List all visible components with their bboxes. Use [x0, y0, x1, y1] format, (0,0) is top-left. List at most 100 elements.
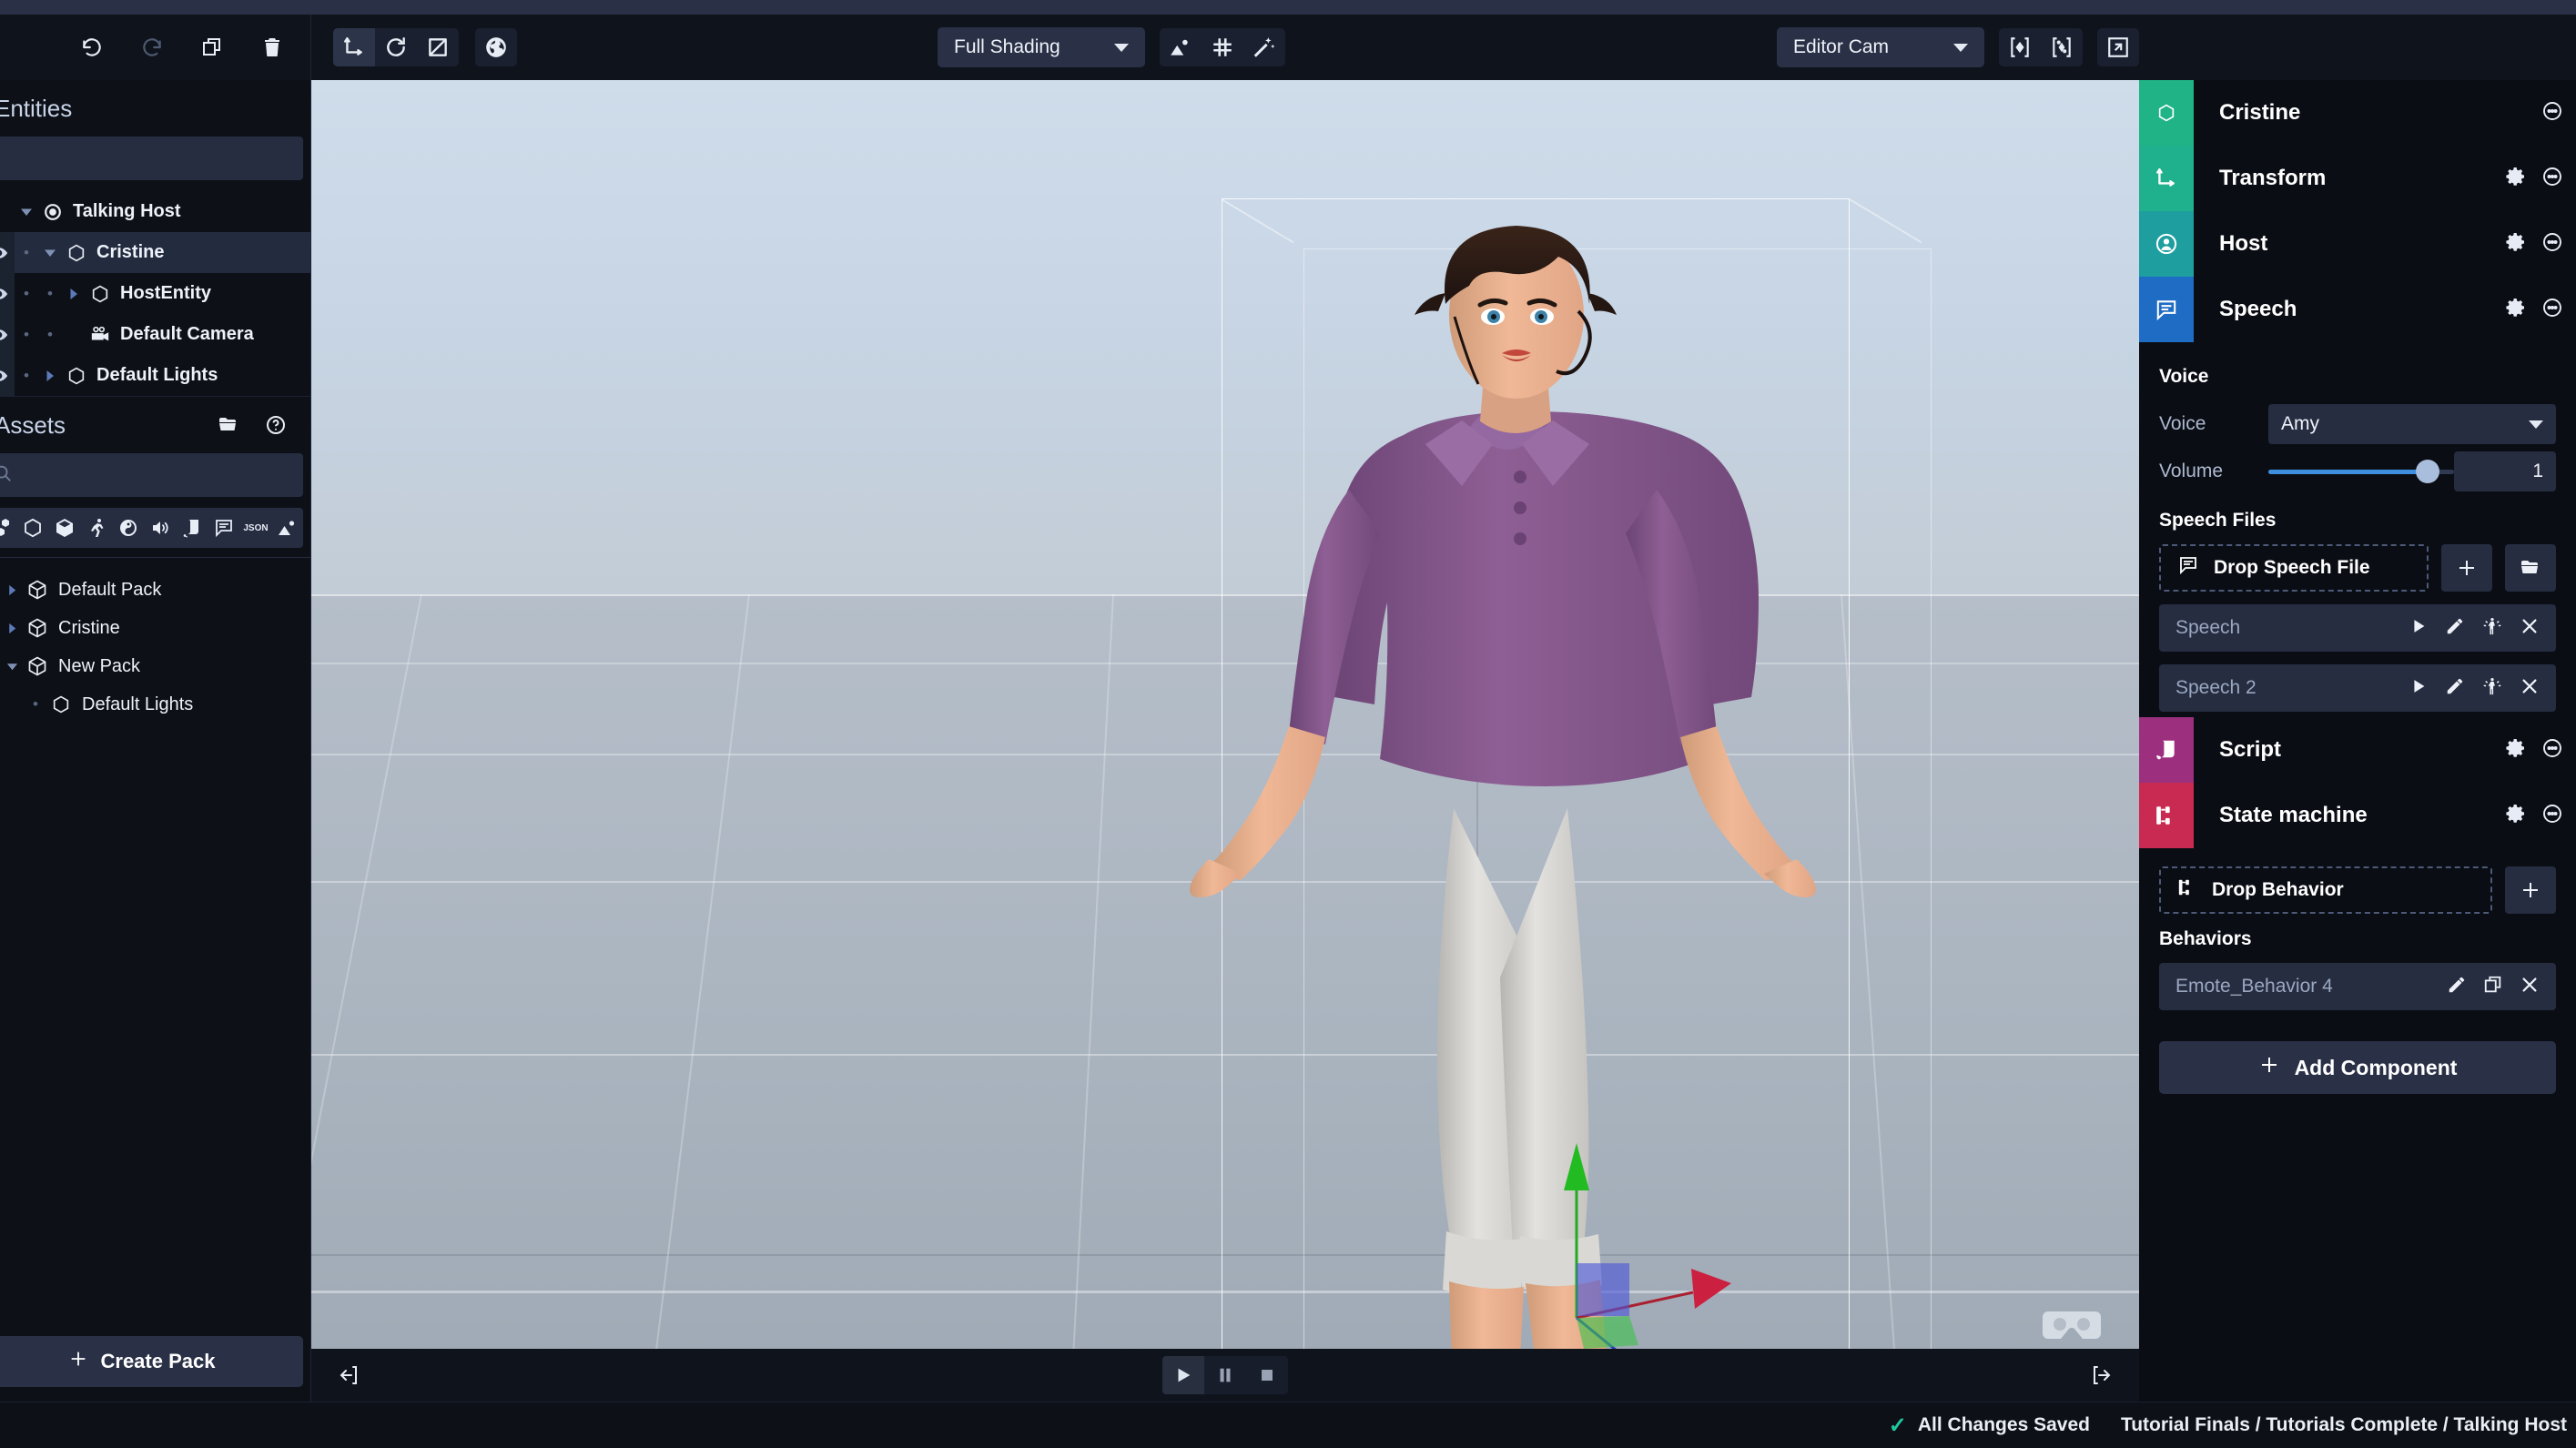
3d-viewport[interactable]: [311, 80, 2139, 1402]
delete-icon[interactable]: [254, 29, 290, 66]
assets-search-input[interactable]: [22, 465, 290, 485]
edit-icon[interactable]: [2445, 616, 2465, 641]
undo-icon[interactable]: [74, 29, 110, 66]
volume-value-input[interactable]: 1: [2454, 451, 2556, 491]
edit-icon[interactable]: [2447, 975, 2467, 999]
effects-icon[interactable]: [1243, 28, 1285, 66]
visibility-eye-icon[interactable]: [0, 273, 15, 314]
all-assets-icon[interactable]: [0, 514, 15, 542]
speech-file-row[interactable]: Speech: [2159, 604, 2556, 652]
environment-icon[interactable]: [1160, 28, 1202, 66]
pause-button[interactable]: [1204, 1356, 1246, 1394]
speech-icon[interactable]: [210, 514, 238, 542]
cube-icon[interactable]: [51, 514, 78, 542]
gear-icon[interactable]: [2505, 297, 2527, 323]
component-row[interactable]: Host: [2139, 211, 2576, 277]
overflow-menu-icon[interactable]: [2541, 166, 2563, 192]
close-icon[interactable]: [2520, 616, 2540, 641]
animation-icon[interactable]: [83, 514, 110, 542]
overflow-menu-icon[interactable]: [2541, 231, 2563, 258]
image-icon[interactable]: [274, 514, 301, 542]
overflow-menu-icon[interactable]: [2541, 737, 2563, 764]
gear-icon[interactable]: [2505, 737, 2527, 764]
close-icon[interactable]: [2520, 676, 2540, 701]
tree-collapse-arrow-icon[interactable]: [38, 246, 62, 260]
component-row[interactable]: State machine: [2139, 783, 2576, 848]
json-icon[interactable]: JSON: [242, 514, 269, 542]
tree-expand-arrow-icon[interactable]: [0, 622, 24, 635]
entity-tree-row[interactable]: • • HostEntity: [0, 273, 310, 314]
visibility-eye-icon[interactable]: [0, 314, 15, 355]
tree-collapse-arrow-icon[interactable]: [15, 205, 38, 219]
gear-icon[interactable]: [2505, 166, 2527, 192]
component-row[interactable]: Cristine: [2139, 80, 2576, 146]
tree-expand-arrow-icon[interactable]: [38, 369, 62, 383]
entities-search-box[interactable]: [0, 137, 303, 180]
camera-dropdown[interactable]: Editor Cam: [1777, 27, 1984, 67]
slider-knob[interactable]: [2416, 460, 2440, 483]
grid-icon[interactable]: [1202, 28, 1243, 66]
edit-icon[interactable]: [2445, 676, 2465, 701]
overflow-menu-icon[interactable]: [2541, 100, 2563, 127]
add-behavior-button[interactable]: [2505, 866, 2556, 914]
visibility-eye-icon[interactable]: [0, 355, 15, 396]
overflow-menu-icon[interactable]: [2541, 803, 2563, 829]
tree-expand-arrow-icon[interactable]: [62, 287, 86, 301]
asset-pack-row[interactable]: New Pack: [0, 647, 310, 685]
play-icon[interactable]: [2409, 616, 2429, 641]
behavior-row[interactable]: Emote_Behavior 4: [2159, 963, 2556, 1010]
speech-file-row[interactable]: Speech 2: [2159, 664, 2556, 712]
translate-icon[interactable]: [333, 28, 375, 66]
folder-icon[interactable]: [210, 407, 247, 443]
browse-speech-file-button[interactable]: [2505, 544, 2556, 592]
entity-tree-row[interactable]: • Default Lights: [0, 355, 310, 396]
scale-icon[interactable]: [417, 28, 459, 66]
volume-slider[interactable]: [2268, 451, 2454, 491]
world-space-icon[interactable]: [475, 28, 517, 66]
asset-pack-row[interactable]: Default Pack: [0, 571, 310, 609]
emote-icon[interactable]: [2481, 616, 2503, 641]
overflow-menu-icon[interactable]: [2541, 297, 2563, 323]
shading-dropdown[interactable]: Full Shading: [938, 27, 1145, 67]
entity-tree-row[interactable]: • • Default Camera: [0, 314, 310, 355]
collapse-left-icon[interactable]: [331, 1357, 368, 1393]
entities-search-input[interactable]: [22, 148, 290, 168]
add-component-button[interactable]: Add Component: [2159, 1041, 2556, 1094]
component-row[interactable]: Transform: [2139, 146, 2576, 211]
play-button[interactable]: [1162, 1356, 1204, 1394]
redo-icon[interactable]: [134, 29, 170, 66]
help-icon[interactable]: [258, 407, 294, 443]
fullscreen-icon[interactable]: [2097, 28, 2139, 66]
play-icon[interactable]: [2409, 676, 2429, 701]
collapse-right-icon[interactable]: [2083, 1357, 2119, 1393]
entity-tree-row[interactable]: Talking Host: [0, 191, 310, 232]
duplicate-icon[interactable]: [2483, 975, 2503, 999]
viewport-canvas[interactable]: [311, 80, 2139, 1402]
add-speech-file-button[interactable]: [2441, 544, 2492, 592]
audio-icon[interactable]: [147, 514, 174, 542]
vr-goggles-icon[interactable]: [2043, 1306, 2101, 1349]
speech-file-dropzone[interactable]: Drop Speech File: [2159, 544, 2429, 592]
visibility-eye-icon[interactable]: [0, 232, 15, 273]
tree-collapse-arrow-icon[interactable]: [0, 660, 24, 673]
behavior-dropzone[interactable]: Drop Behavior: [2159, 866, 2492, 914]
create-pack-button[interactable]: Create Pack: [0, 1336, 303, 1387]
gear-icon[interactable]: [2505, 231, 2527, 258]
asset-pack-row[interactable]: • Default Lights: [0, 685, 310, 724]
tree-expand-arrow-icon[interactable]: [0, 583, 24, 597]
close-icon[interactable]: [2520, 975, 2540, 999]
rotate-icon[interactable]: [375, 28, 417, 66]
assets-search-box[interactable]: [0, 453, 303, 497]
stop-button[interactable]: [1246, 1356, 1288, 1394]
gear-icon[interactable]: [2505, 803, 2527, 829]
emote-icon[interactable]: [2481, 676, 2503, 701]
duplicate-icon[interactable]: [194, 29, 230, 66]
voice-select[interactable]: Amy: [2268, 404, 2556, 444]
frame-all-icon[interactable]: [2041, 28, 2083, 66]
frame-selected-icon[interactable]: [1999, 28, 2041, 66]
script-icon[interactable]: [178, 514, 206, 542]
asset-pack-row[interactable]: Cristine: [0, 609, 310, 647]
material-icon[interactable]: [115, 514, 142, 542]
hexagon-icon[interactable]: [19, 514, 46, 542]
component-row[interactable]: Speech: [2139, 277, 2576, 342]
